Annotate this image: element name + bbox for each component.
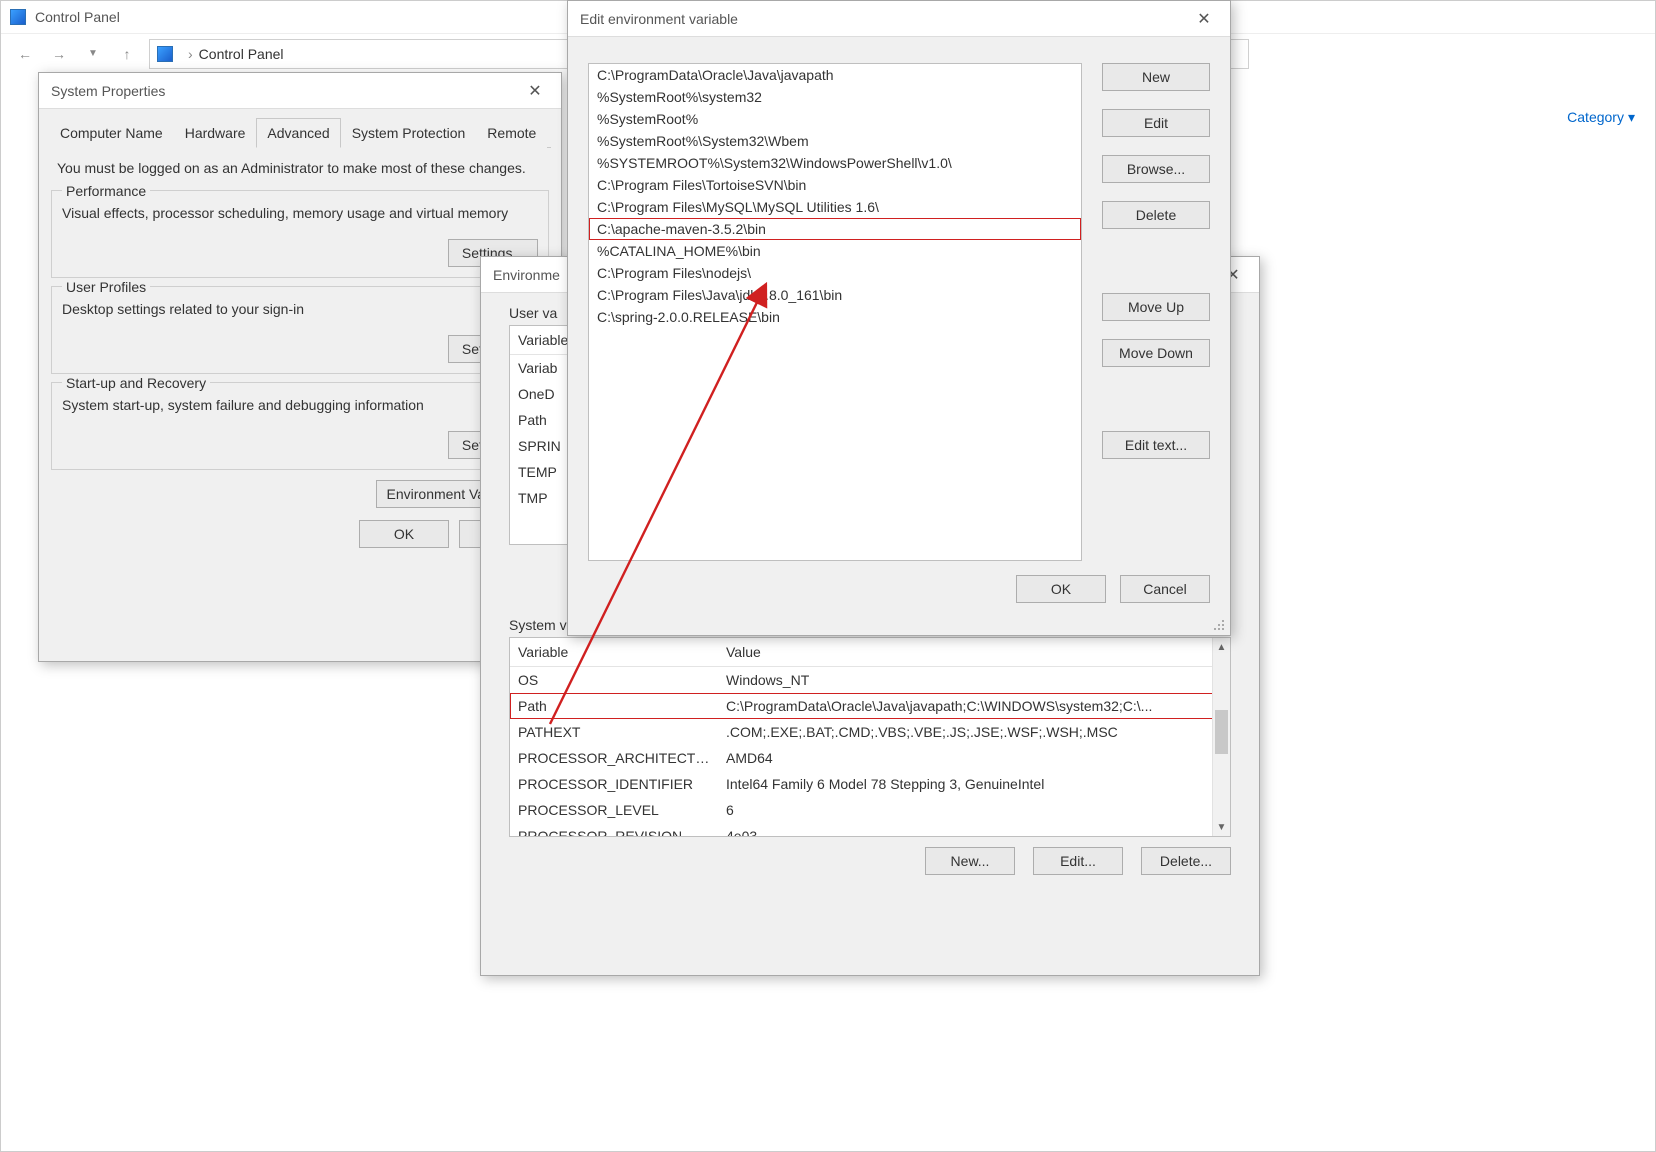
view-by-link[interactable]: Category▾ xyxy=(1567,109,1635,126)
list-item[interactable]: PROCESSOR_REVISION4e03 xyxy=(510,823,1230,837)
tab-advanced[interactable]: Advanced xyxy=(256,118,340,148)
close-icon[interactable]: ✕ xyxy=(1190,9,1218,29)
scrollbar[interactable]: ▲ ▼ xyxy=(1212,638,1230,836)
edit-env-variable-dialog: Edit environment variable ✕ C:\ProgramDa… xyxy=(567,0,1231,636)
path-entry[interactable]: %SYSTEMROOT%\System32\WindowsPowerShell\… xyxy=(589,152,1081,174)
sysprops-tabs: Computer NameHardwareAdvancedSystem Prot… xyxy=(49,117,551,148)
path-entry[interactable]: C:\ProgramData\Oracle\Java\javapath xyxy=(589,64,1081,86)
chevron-down-icon: ▾ xyxy=(1628,109,1635,125)
list-item[interactable]: PROCESSOR_LEVEL6 xyxy=(510,797,1230,823)
startup-recovery-desc: System start-up, system failure and debu… xyxy=(62,397,538,413)
tab-computer-name[interactable]: Computer Name xyxy=(49,118,174,148)
ok-button[interactable]: OK xyxy=(359,520,449,548)
path-entry[interactable]: C:\apache-maven-3.5.2\bin xyxy=(589,218,1081,240)
performance-legend: Performance xyxy=(62,183,150,199)
tab-remote[interactable]: Remote xyxy=(476,118,547,148)
var-name: Path xyxy=(510,696,718,716)
path-entry[interactable]: %SystemRoot% xyxy=(589,108,1081,130)
editdlg-title: Edit environment variable xyxy=(580,11,738,27)
path-list[interactable]: C:\ProgramData\Oracle\Java\javapath%Syst… xyxy=(588,63,1082,561)
edit-button[interactable]: Edit xyxy=(1102,109,1210,137)
breadcrumb[interactable]: Control Panel xyxy=(199,46,284,62)
close-icon[interactable]: ✕ xyxy=(521,81,549,101)
var-value: Intel64 Family 6 Model 78 Stepping 3, Ge… xyxy=(718,774,1230,794)
control-panel-icon xyxy=(156,45,174,63)
path-entry[interactable]: C:\Program Files\MySQL\MySQL Utilities 1… xyxy=(589,196,1081,218)
back-arrow-icon[interactable]: ← xyxy=(13,42,37,66)
delete-button[interactable]: Delete xyxy=(1102,201,1210,229)
scroll-thumb[interactable] xyxy=(1215,710,1228,754)
path-entry[interactable]: %SystemRoot%\system32 xyxy=(589,86,1081,108)
var-value: AMD64 xyxy=(718,748,1230,768)
var-value: 4e03 xyxy=(718,826,1230,837)
list-item[interactable]: OSWindows_NT xyxy=(510,667,1230,693)
scroll-down-icon[interactable]: ▼ xyxy=(1213,818,1230,836)
user-profiles-legend: User Profiles xyxy=(62,279,150,295)
list-item[interactable]: PROCESSOR_ARCHITECTUREAMD64 xyxy=(510,745,1230,771)
performance-group: Performance Visual effects, processor sc… xyxy=(51,190,549,278)
path-entry[interactable]: C:\Program Files\TortoiseSVN\bin xyxy=(589,174,1081,196)
move-down-button[interactable]: Move Down xyxy=(1102,339,1210,367)
col-variable: Variable xyxy=(510,638,718,666)
var-value: 6 xyxy=(718,800,1230,820)
up-arrow-icon[interactable]: ↑ xyxy=(115,42,139,66)
admin-note: You must be logged on as an Administrato… xyxy=(39,148,561,182)
var-value: .COM;.EXE;.BAT;.CMD;.VBS;.VBE;.JS;.JSE;.… xyxy=(718,722,1230,742)
new-button[interactable]: New xyxy=(1102,63,1210,91)
startup-recovery-group: Start-up and Recovery System start-up, s… xyxy=(51,382,549,470)
path-entry[interactable]: %SystemRoot%\System32\Wbem xyxy=(589,130,1081,152)
var-name: PATHEXT xyxy=(510,722,718,742)
edit-text-button[interactable]: Edit text... xyxy=(1102,431,1210,459)
explorer-title: Control Panel xyxy=(35,9,120,25)
chevron-right-icon: › xyxy=(188,46,193,62)
var-name: PROCESSOR_LEVEL xyxy=(510,800,718,820)
var-name: OS xyxy=(510,670,718,690)
ok-button[interactable]: OK xyxy=(1016,575,1106,603)
path-entry[interactable]: C:\spring-2.0.0.RELEASE\bin xyxy=(589,306,1081,328)
path-entry[interactable]: %CATALINA_HOME%\bin xyxy=(589,240,1081,262)
cancel-button[interactable]: Cancel xyxy=(1120,575,1210,603)
forward-arrow-icon[interactable]: → xyxy=(47,42,71,66)
list-item[interactable]: PATHEXT.COM;.EXE;.BAT;.CMD;.VBS;.VBE;.JS… xyxy=(510,719,1230,745)
var-name: PROCESSOR_REVISION xyxy=(510,826,718,837)
sys-var-buttons: New... Edit... Delete... xyxy=(509,847,1231,875)
list-item[interactable]: PROCESSOR_IDENTIFIERIntel64 Family 6 Mod… xyxy=(510,771,1230,797)
col-value: Value xyxy=(718,638,1230,666)
control-panel-icon xyxy=(9,8,27,26)
listbox-header: Variable Value xyxy=(510,638,1230,667)
edit-button[interactable]: Edit... xyxy=(1033,847,1123,875)
resize-grip-icon[interactable] xyxy=(1212,617,1226,631)
var-name: PROCESSOR_IDENTIFIER xyxy=(510,774,718,794)
scroll-up-icon[interactable]: ▲ xyxy=(1213,638,1230,656)
startup-recovery-legend: Start-up and Recovery xyxy=(62,375,210,391)
user-profiles-group: User Profiles Desktop settings related t… xyxy=(51,286,549,374)
envdlg-title: Environme xyxy=(493,267,560,283)
system-variables-listbox[interactable]: Variable Value OSWindows_NTPathC:\Progra… xyxy=(509,637,1231,837)
var-value: C:\ProgramData\Oracle\Java\javapath;C:\W… xyxy=(718,696,1230,716)
path-entry[interactable]: C:\Program Files\Java\jdk1.8.0_161\bin xyxy=(589,284,1081,306)
editdlg-okcancel: OK Cancel xyxy=(568,575,1230,617)
tab-hardware[interactable]: Hardware xyxy=(174,118,257,148)
move-up-button[interactable]: Move Up xyxy=(1102,293,1210,321)
browse-button[interactable]: Browse... xyxy=(1102,155,1210,183)
delete-button[interactable]: Delete... xyxy=(1141,847,1231,875)
sysprops-title: System Properties xyxy=(51,83,165,99)
user-profiles-desc: Desktop settings related to your sign-in xyxy=(62,301,538,317)
view-by-label: Category xyxy=(1567,109,1624,125)
new-button[interactable]: New... xyxy=(925,847,1015,875)
var-value: Windows_NT xyxy=(718,670,1230,690)
performance-desc: Visual effects, processor scheduling, me… xyxy=(62,205,538,221)
path-entry[interactable]: C:\Program Files\nodejs\ xyxy=(589,262,1081,284)
recent-chevron-icon[interactable]: ▼ xyxy=(81,42,105,66)
tab-system-protection[interactable]: System Protection xyxy=(341,118,477,148)
sysprops-okcancel: OK Cancel xyxy=(39,520,549,548)
var-name: PROCESSOR_ARCHITECTURE xyxy=(510,748,718,768)
list-item[interactable]: PathC:\ProgramData\Oracle\Java\javapath;… xyxy=(510,693,1230,719)
editdlg-titlebar: Edit environment variable ✕ xyxy=(568,1,1230,37)
sysprops-titlebar: System Properties ✕ xyxy=(39,73,561,109)
editdlg-side-buttons: New Edit Browse... Delete Move Up Move D… xyxy=(1102,63,1210,561)
